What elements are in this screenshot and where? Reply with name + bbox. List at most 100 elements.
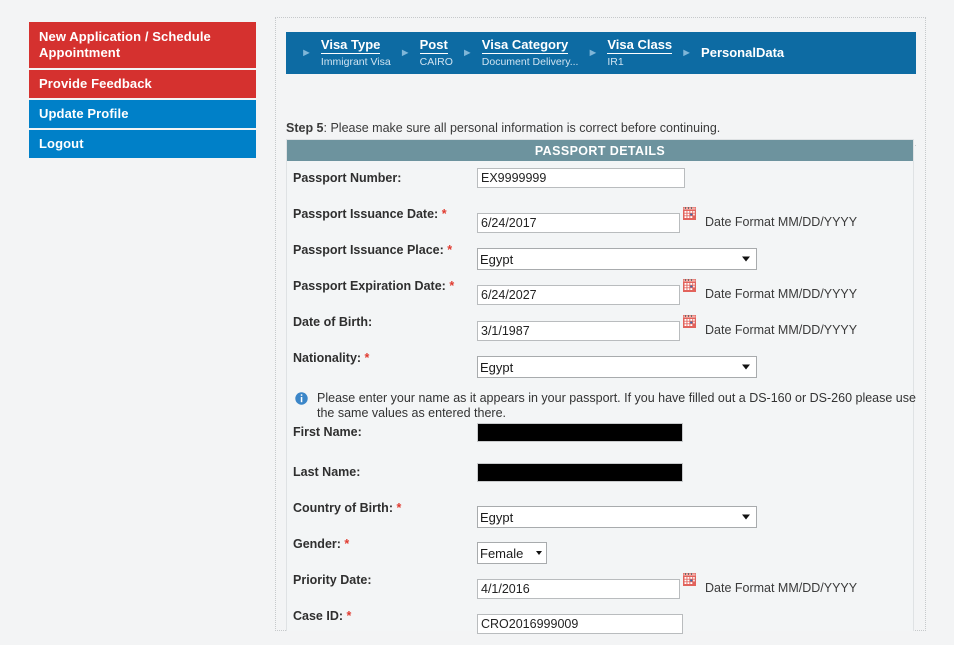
breadcrumb-item-value: Document Delivery... bbox=[481, 55, 579, 68]
sidebar-item-new-application[interactable]: New Application / Schedule Appointment bbox=[29, 22, 256, 68]
calendar-icon[interactable] bbox=[683, 573, 696, 586]
breadcrumb-item-visa-type[interactable]: Visa Type Immigrant Visa bbox=[320, 37, 391, 68]
nationality-select[interactable]: Egypt bbox=[477, 356, 757, 378]
country-of-birth-select[interactable]: Egypt bbox=[477, 506, 757, 528]
label-text: Nationality: bbox=[293, 351, 362, 365]
sidebar-item-update-profile[interactable]: Update Profile bbox=[29, 100, 256, 128]
name-entry-note: Please enter your name as it appears in … bbox=[293, 391, 921, 421]
field-country-of-birth: Egypt bbox=[477, 506, 757, 528]
sidebar-item-provide-feedback[interactable]: Provide Feedback bbox=[29, 70, 256, 98]
passport-issuance-place-select[interactable]: Egypt bbox=[477, 248, 757, 270]
form-row-date-of-birth: Date of Birth: 3/1/1987 Date Format MM/D… bbox=[287, 315, 913, 351]
breadcrumb-item-value: IR1 bbox=[607, 55, 624, 68]
date-format-hint: Date Format MM/DD/YYYY bbox=[705, 287, 858, 301]
label-passport-issuance-place: Passport Issuance Place: * bbox=[293, 243, 452, 257]
form-row-passport-expiration-date: Passport Expiration Date: * 6/24/2027 Da… bbox=[287, 279, 913, 315]
chevron-right-icon: ► bbox=[399, 46, 411, 59]
label-nationality: Nationality: * bbox=[293, 351, 369, 365]
breadcrumb-item-title: Visa Class bbox=[607, 37, 673, 54]
label-case-id: Case ID: * bbox=[293, 609, 351, 623]
required-asterisk: * bbox=[344, 537, 350, 551]
label-text: Passport Issuance Place: bbox=[293, 243, 444, 257]
step-instruction: Step 5: Please make sure all personal in… bbox=[286, 121, 720, 135]
passport-details-form: PASSPORT DETAILS Passport Number: Passpo… bbox=[286, 139, 916, 634]
form-row-last-name: Last Name: bbox=[287, 463, 913, 501]
main-panel: ► Visa Type Immigrant Visa ► Post CAIRO … bbox=[275, 17, 926, 634]
breadcrumb-item-post[interactable]: Post CAIRO bbox=[419, 37, 453, 68]
breadcrumb-item-title: Visa Category bbox=[481, 37, 569, 54]
info-icon bbox=[295, 392, 308, 405]
field-passport-number bbox=[477, 168, 685, 188]
chevron-right-icon: ► bbox=[681, 46, 693, 59]
label-text: Case ID: bbox=[293, 609, 344, 623]
field-passport-expiration-date: Date Format MM/DD/YYYY bbox=[477, 279, 858, 305]
label-passport-issuance-date: Passport Issuance Date: * bbox=[293, 207, 447, 221]
field-case-id bbox=[477, 614, 683, 634]
form-row-gender: Gender: * Female bbox=[287, 537, 913, 573]
priority-date-input[interactable] bbox=[477, 579, 680, 599]
label-date-of-birth: Date of Birth: bbox=[293, 315, 373, 329]
label-country-of-birth: Country of Birth: * bbox=[293, 501, 401, 515]
field-date-of-birth: Date Format MM/DD/YYYY bbox=[477, 315, 858, 341]
field-first-name bbox=[477, 423, 683, 442]
breadcrumb-item-title: Visa Type bbox=[320, 37, 381, 54]
form-row-priority-date: Priority Date: 4/1/2016 Date Format MM/D… bbox=[287, 573, 913, 609]
section-header-passport-details: PASSPORT DETAILS bbox=[287, 140, 913, 161]
date-format-hint: Date Format MM/DD/YYYY bbox=[705, 581, 858, 595]
name-entry-note-text: Please enter your name as it appears in … bbox=[317, 391, 916, 420]
chevron-right-icon: ► bbox=[301, 46, 312, 59]
step-description: : Please make sure all personal informat… bbox=[323, 121, 721, 135]
required-asterisk: * bbox=[364, 351, 370, 365]
label-passport-expiration-date: Passport Expiration Date: * bbox=[293, 279, 454, 293]
last-name-input-redacted[interactable] bbox=[477, 463, 683, 482]
step-label: Step 5 bbox=[286, 121, 324, 135]
calendar-icon[interactable] bbox=[683, 315, 696, 328]
passport-expiration-date-input[interactable] bbox=[477, 285, 680, 305]
required-asterisk: * bbox=[449, 279, 455, 293]
label-gender: Gender: * bbox=[293, 537, 349, 551]
form-row-country-of-birth: Country of Birth: * Egypt bbox=[287, 501, 913, 537]
required-asterisk: * bbox=[346, 609, 352, 623]
form-row-nationality: Nationality: * Egypt bbox=[287, 351, 913, 387]
field-passport-issuance-date: Date Format MM/DD/YYYY bbox=[477, 207, 858, 233]
field-nationality: Egypt bbox=[477, 356, 757, 378]
label-passport-number: Passport Number: bbox=[293, 171, 402, 185]
form-rows: Passport Number: Passport Issuance Date:… bbox=[287, 161, 916, 645]
label-text: Passport Expiration Date: bbox=[293, 279, 446, 293]
passport-issuance-date-input[interactable] bbox=[477, 213, 680, 233]
label-last-name: Last Name: bbox=[293, 465, 361, 479]
breadcrumb-item-title: Post bbox=[419, 37, 448, 54]
date-format-hint: Date Format MM/DD/YYYY bbox=[705, 215, 858, 229]
field-priority-date: Date Format MM/DD/YYYY bbox=[477, 573, 858, 599]
label-first-name: First Name: bbox=[293, 425, 362, 439]
first-name-input-redacted[interactable] bbox=[477, 423, 683, 442]
calendar-icon[interactable] bbox=[683, 207, 696, 220]
form-row-case-id: Case ID: * bbox=[287, 609, 913, 645]
breadcrumb-item-visa-class[interactable]: Visa Class IR1 bbox=[607, 37, 673, 68]
field-passport-issuance-place: Egypt bbox=[477, 248, 757, 270]
label-text: Passport Issuance Date: bbox=[293, 207, 439, 221]
sidebar-item-logout[interactable]: Logout bbox=[29, 130, 256, 158]
form-row-passport-issuance-date: Passport Issuance Date: * 6/24/2017 Date… bbox=[287, 207, 913, 243]
gender-select[interactable]: Female bbox=[477, 542, 547, 564]
field-last-name bbox=[477, 463, 683, 482]
required-asterisk: * bbox=[447, 243, 453, 257]
label-priority-date: Priority Date: bbox=[293, 573, 372, 587]
case-id-input[interactable] bbox=[477, 614, 683, 634]
breadcrumb: ► Visa Type Immigrant Visa ► Post CAIRO … bbox=[286, 32, 916, 74]
date-format-hint: Date Format MM/DD/YYYY bbox=[705, 323, 858, 337]
form-row-passport-issuance-place: Passport Issuance Place: * Egypt bbox=[287, 243, 913, 279]
form-row-passport-number: Passport Number: bbox=[287, 168, 913, 207]
calendar-icon[interactable] bbox=[683, 279, 696, 292]
label-text: Gender: bbox=[293, 537, 341, 551]
required-asterisk: * bbox=[441, 207, 447, 221]
field-gender: Female bbox=[477, 542, 547, 564]
breadcrumb-item-personal-data: PersonalData bbox=[701, 46, 784, 61]
date-of-birth-input[interactable] bbox=[477, 321, 680, 341]
sidebar: New Application / Schedule Appointment P… bbox=[29, 22, 256, 160]
required-asterisk: * bbox=[396, 501, 402, 515]
breadcrumb-item-visa-category[interactable]: Visa Category Document Delivery... bbox=[481, 37, 579, 68]
breadcrumb-item-value: CAIRO bbox=[419, 55, 453, 68]
passport-number-input[interactable] bbox=[477, 168, 685, 188]
breadcrumb-item-value: Immigrant Visa bbox=[320, 55, 391, 68]
